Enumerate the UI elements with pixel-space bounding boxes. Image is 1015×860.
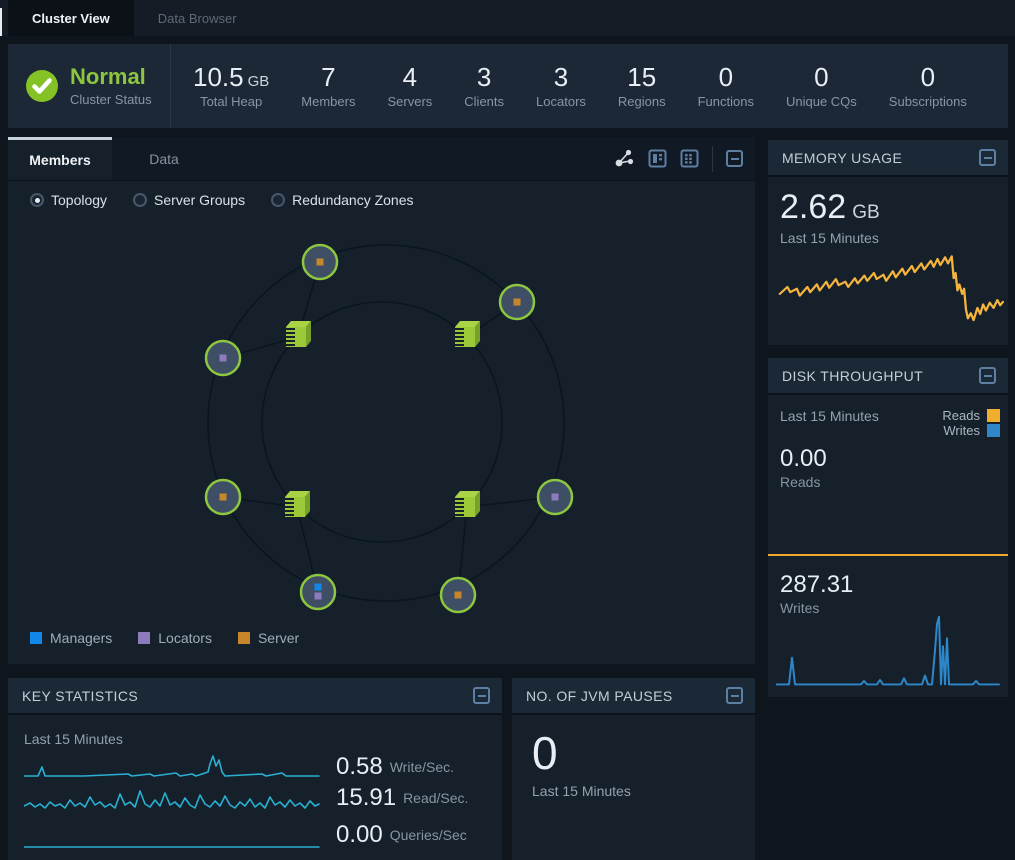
key-statistics-panel: KEY STATISTICS Last 15 Minutes 0.58 Writ… (8, 678, 502, 860)
period-label: Last 15 Minutes (780, 230, 1008, 246)
stat-unique-cqs: 0 Unique CQs (770, 63, 873, 110)
radio-server-groups[interactable]: Server Groups (133, 192, 245, 208)
edge-highlight (0, 8, 2, 36)
queries-sec-row: 0.00 Queries/Sec (24, 820, 467, 850)
topology-view-icon[interactable] (614, 149, 635, 168)
stat-subscriptions: 0 Subscriptions (873, 63, 983, 110)
memory-value: 2.62 (780, 188, 846, 226)
write-sparkline (24, 752, 320, 782)
queries-sparkline (24, 820, 320, 850)
panel-title: KEY STATISTICS (22, 688, 138, 704)
reads-label: Reads (780, 474, 1008, 490)
divider (712, 146, 713, 172)
jvm-pauses-value: 0 (532, 729, 755, 777)
memory-usage-panel: MEMORY USAGE 2.62 GB Last 15 Minutes (768, 140, 1008, 345)
period-label: Last 15 Minutes (24, 731, 123, 747)
writes-value: 287.31 (780, 572, 853, 598)
status-text: Normal (70, 65, 152, 89)
write-sec-row: 0.58 Write/Sec. (24, 752, 454, 782)
panel-title: MEMORY USAGE (782, 150, 902, 166)
tab-cluster-view[interactable]: Cluster View (8, 0, 134, 36)
stat-clients: 3 Clients (448, 63, 520, 110)
radio-icon (30, 193, 44, 207)
stat-functions: 0 Functions (682, 63, 770, 110)
grid-view-icon[interactable] (680, 149, 699, 168)
status-check-icon (24, 68, 60, 104)
panel-title: NO. OF JVM PAUSES (526, 688, 673, 704)
disk-reads-chart (768, 553, 1008, 557)
read-sec-row: 15.91 Read/Sec. (24, 783, 468, 813)
collapse-keystats-icon[interactable] (473, 687, 490, 704)
view-mode-radios: Topology Server Groups Redundancy Zones (8, 181, 755, 208)
collapse-disk-icon[interactable] (979, 367, 996, 384)
jvm-pauses-panel: NO. OF JVM PAUSES 0 Last 15 Minutes (512, 678, 755, 860)
stat-regions: 15 Regions (602, 63, 682, 110)
top-tab-bar: Cluster View Data Browser (0, 0, 1015, 36)
read-sparkline (24, 783, 320, 813)
legend-locators: Locators (138, 630, 212, 646)
period-label: Last 15 Minutes (780, 408, 879, 438)
tab-data-browser[interactable]: Data Browser (134, 0, 261, 36)
cluster-status: Normal Cluster Status (8, 65, 170, 106)
period-label: Last 15 Minutes (532, 783, 755, 799)
collapse-members-icon[interactable] (726, 150, 743, 167)
collapse-jvm-icon[interactable] (726, 687, 743, 704)
legend-server: Server (238, 630, 299, 646)
disk-throughput-panel: DISK THROUGHPUT Last 15 Minutes Reads Wr… (768, 358, 1008, 697)
memory-unit: GB (852, 202, 879, 223)
collapse-memory-icon[interactable] (979, 149, 996, 166)
locators-swatch (138, 632, 150, 644)
disk-legend: Reads Writes (942, 408, 1000, 438)
writes-swatch (987, 424, 1000, 437)
stat-servers: 4 Servers (371, 63, 448, 110)
radio-icon (133, 193, 147, 207)
tab-data[interactable]: Data (112, 137, 216, 180)
tab-members[interactable]: Members (8, 137, 112, 180)
reads-block: 0.00 Reads (780, 446, 1008, 490)
reads-value: 0.00 (780, 446, 1008, 472)
legend-writes: Writes (942, 423, 1000, 438)
stat-total-heap: 10.5GB Total Heap (177, 63, 285, 110)
treemap-view-icon[interactable] (648, 149, 667, 168)
cluster-stats: 10.5GB Total Heap 7 Members 4 Servers 3 … (171, 63, 983, 110)
managers-swatch (30, 632, 42, 644)
pulse-dashboard: Cluster View Data Browser Normal Cluster… (0, 0, 1015, 860)
disk-writes-chart (776, 606, 1000, 688)
radio-topology[interactable]: Topology (30, 192, 107, 208)
panel-title: DISK THROUGHPUT (782, 368, 923, 384)
topology-legend: Managers Locators Server (30, 630, 299, 646)
legend-managers: Managers (30, 630, 112, 646)
topology-graph[interactable] (8, 215, 755, 627)
radio-redundancy-zones[interactable]: Redundancy Zones (271, 192, 413, 208)
reads-swatch (987, 409, 1000, 422)
server-swatch (238, 632, 250, 644)
stat-locators: 3 Locators (520, 63, 602, 110)
members-tab-strip: Members Data (8, 137, 755, 181)
radio-icon (271, 193, 285, 207)
cluster-status-bar: Normal Cluster Status 10.5GB Total Heap … (8, 44, 1008, 128)
status-label: Cluster Status (70, 92, 152, 107)
stat-members: 7 Members (285, 63, 371, 110)
memory-usage-chart (776, 252, 1004, 335)
members-panel: Members Data (8, 137, 755, 664)
legend-reads: Reads (942, 408, 1000, 423)
